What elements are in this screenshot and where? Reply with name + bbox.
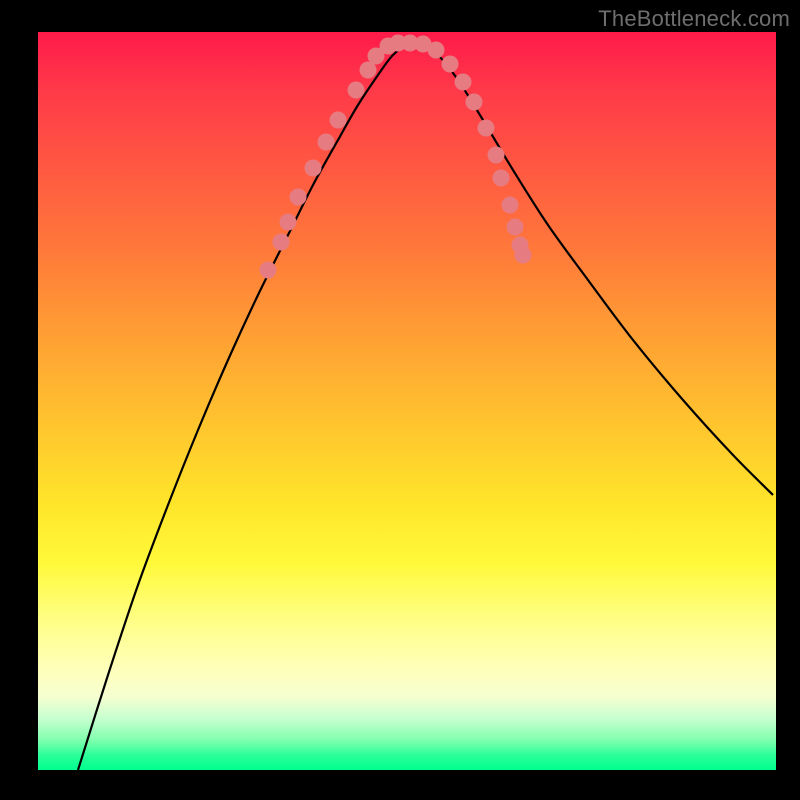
bottleneck-curve (78, 44, 773, 770)
plot-area (38, 32, 776, 770)
marker-dot (290, 189, 307, 206)
curve-layer (78, 44, 773, 770)
marker-dot (280, 214, 297, 231)
marker-dot (330, 112, 347, 129)
marker-dot (478, 120, 495, 137)
marker-dot (493, 170, 510, 187)
marker-dot (455, 74, 472, 91)
marker-dot (488, 147, 505, 164)
marker-dot (507, 219, 524, 236)
curve-svg (38, 32, 776, 770)
marker-dot (428, 42, 445, 59)
marker-dots (260, 35, 532, 279)
marker-dot (273, 234, 290, 251)
marker-dot (515, 247, 532, 264)
chart-frame: TheBottleneck.com (0, 0, 800, 800)
watermark-text: TheBottleneck.com (598, 6, 790, 32)
marker-dot (260, 262, 277, 279)
marker-dot (442, 56, 459, 73)
marker-dot (305, 160, 322, 177)
marker-dot (502, 197, 519, 214)
marker-dot (348, 82, 365, 99)
marker-dot (466, 94, 483, 111)
marker-dot (318, 134, 335, 151)
